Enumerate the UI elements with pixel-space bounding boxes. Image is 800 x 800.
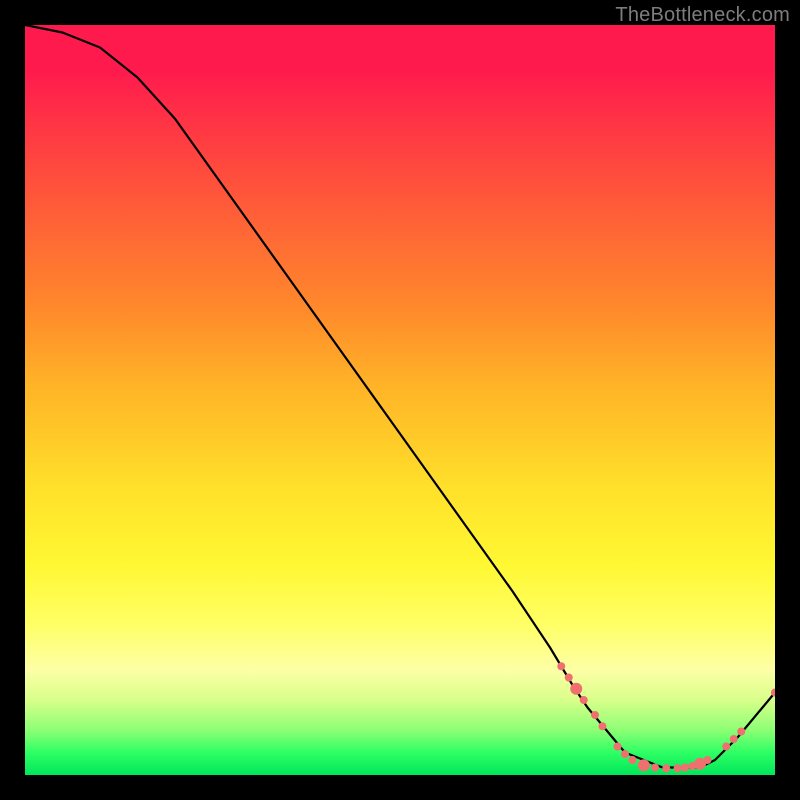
- chart-marker: [570, 683, 582, 695]
- chart-marker: [621, 750, 629, 758]
- chart-marker: [614, 743, 622, 751]
- chart-svg: [25, 25, 775, 775]
- chart-marker: [591, 711, 599, 719]
- chart-plot-area: [25, 25, 775, 775]
- chart-marker: [599, 722, 607, 730]
- chart-marker: [629, 756, 637, 764]
- chart-marker: [722, 743, 730, 751]
- chart-marker: [704, 756, 712, 764]
- chart-markers: [557, 662, 775, 772]
- chart-marker: [681, 764, 689, 772]
- bottleneck-curve-path: [25, 25, 775, 768]
- chart-marker: [638, 759, 650, 771]
- chart-marker: [565, 674, 573, 682]
- chart-marker: [662, 764, 670, 772]
- chart-marker: [651, 764, 659, 772]
- chart-marker: [674, 764, 682, 772]
- chart-marker: [557, 662, 565, 670]
- watermark-text: TheBottleneck.com: [615, 4, 790, 27]
- chart-marker: [737, 728, 745, 736]
- chart-marker: [580, 696, 588, 704]
- chart-marker: [730, 735, 738, 743]
- chart-curve: [25, 25, 775, 768]
- chart-stage: TheBottleneck.com: [0, 0, 800, 800]
